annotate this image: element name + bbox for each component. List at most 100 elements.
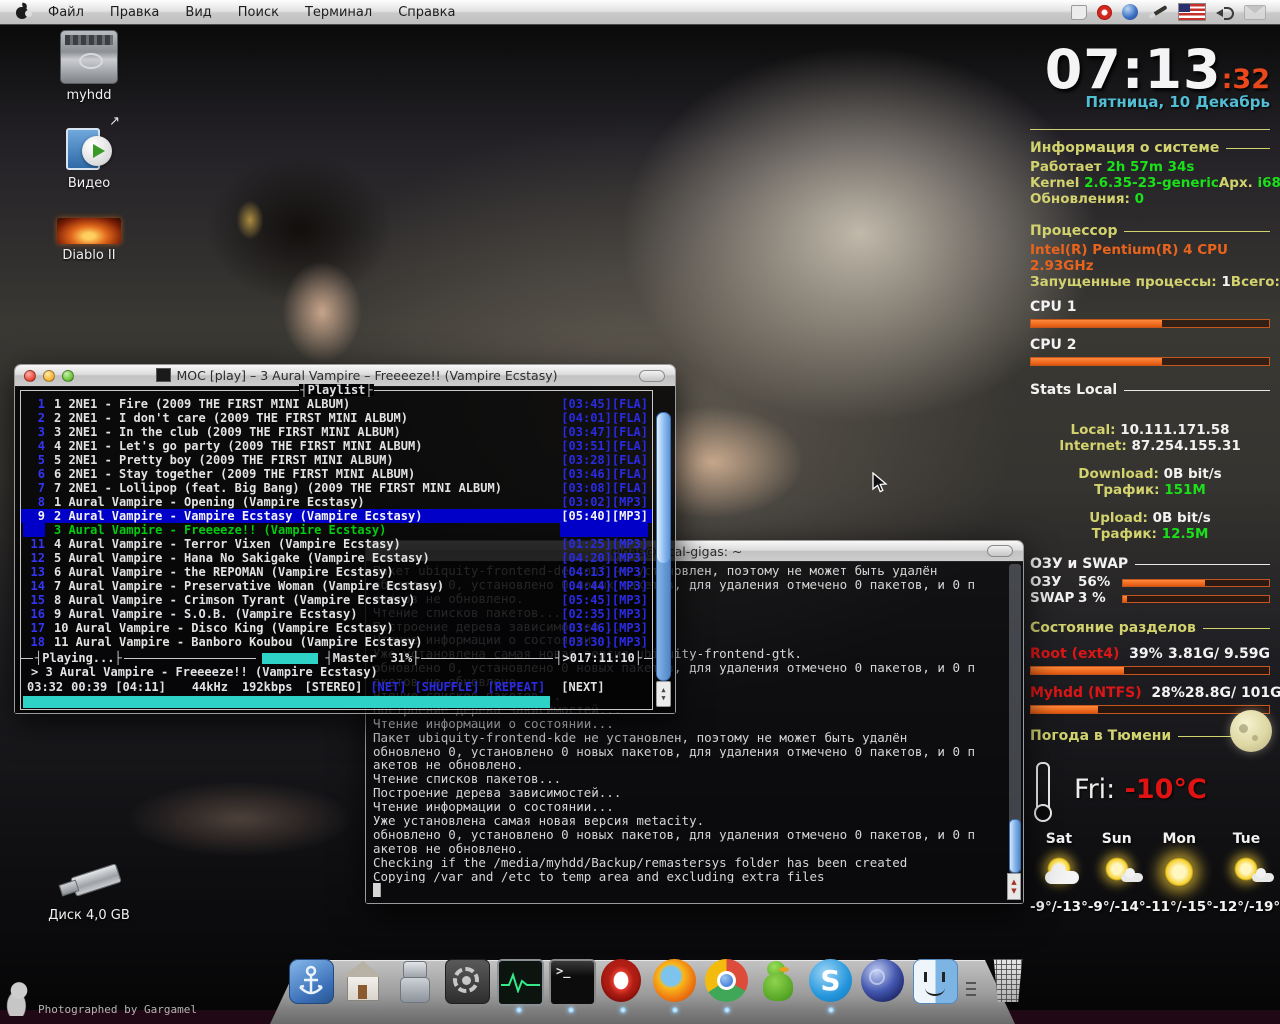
next-flag[interactable]: [NEXT] xyxy=(561,680,604,695)
dock-item-green-duck[interactable] xyxy=(754,956,803,1012)
globe-icon[interactable] xyxy=(1122,4,1138,20)
dock-item-opera[interactable] xyxy=(598,956,647,1012)
volume-icon[interactable] xyxy=(1216,5,1234,19)
track-title: 2 2NE1 - I don't care (2009 THE FIRST MI… xyxy=(54,411,408,425)
playlist-track-row[interactable]: 17 10 Aural Vampire - Disco King (Vampir… xyxy=(21,621,652,635)
track-number: 4 xyxy=(23,439,45,453)
download-traffic: Трафик: 151M xyxy=(1030,482,1270,498)
dock-separator-grip[interactable] xyxy=(962,956,980,1012)
moc-scroll-arrows[interactable] xyxy=(656,681,671,707)
playlist-track-row[interactable]: 15 8 Aural Vampire - Crimson Tyrant (Vam… xyxy=(21,593,652,607)
dock-item-settings-gear[interactable] xyxy=(442,956,491,1012)
track-duration: [01:25][MP3] xyxy=(561,537,648,551)
track-progress-bar[interactable] xyxy=(23,696,650,708)
menu-item[interactable]: Поиск xyxy=(238,5,279,20)
dock-item-docky-anchor[interactable] xyxy=(286,956,335,1012)
dock-item-system-monitor[interactable] xyxy=(494,956,543,1012)
desktop-icon-video[interactable]: ↗ Видео xyxy=(34,122,144,191)
apple-menu-icon[interactable] xyxy=(14,4,30,20)
brush-icon[interactable] xyxy=(1148,5,1167,19)
playlist-total-time: >017:11:10 xyxy=(553,651,644,665)
dock-item-firefox[interactable] xyxy=(650,956,699,1012)
playlist-track-row[interactable]: 11 4 Aural Vampire - Terror Vixen (Vampi… xyxy=(21,537,652,551)
notes-icon[interactable] xyxy=(1071,5,1087,20)
us-flag-icon[interactable] xyxy=(1178,3,1206,21)
today-label: Fri: xyxy=(1074,774,1115,805)
internet-ip: Internet: 87.254.155.31 xyxy=(1030,438,1270,454)
weather-forecast: Sat -9°/-13° Sun -9°/-14° Mon -11°/-15° xyxy=(1030,831,1270,915)
dock-item-chromium[interactable] xyxy=(702,956,751,1012)
terminal-app-icon xyxy=(156,368,171,382)
track-number: 18 xyxy=(23,635,45,649)
repeat-flag[interactable]: [REPEAT] xyxy=(487,680,545,695)
menu-item[interactable]: Файл xyxy=(48,5,84,20)
playlist-track-row[interactable]: 14 7 Aural Vampire - Preservative Woman … xyxy=(21,579,652,593)
memory-value: 56% xyxy=(1078,575,1122,590)
menu-item[interactable]: Справка xyxy=(398,5,455,20)
dock-item-robot-app[interactable] xyxy=(390,956,439,1012)
menu-item[interactable]: Терминал xyxy=(305,5,372,20)
forecast-day-name: Tue xyxy=(1213,831,1280,847)
close-button[interactable] xyxy=(24,370,36,382)
playlist-track-row[interactable]: 13 6 Aural Vampire - the REPOMAN (Vampir… xyxy=(21,565,652,579)
playlist-track-row[interactable]: 8 1 Aural Vampire - Opening (Vampire Ecs… xyxy=(21,495,652,509)
dock-item-home[interactable] xyxy=(338,956,387,1012)
menu-item[interactable]: Вид xyxy=(185,5,211,20)
terminal-minimize-capsule-button[interactable] xyxy=(987,545,1013,557)
playlist-track-row[interactable]: 1 1 2NE1 - Fire (2009 THE FIRST MINI ALB… xyxy=(21,397,652,411)
system-info-header: Информация о системе xyxy=(1030,140,1270,156)
desktop-icon-diablo2[interactable]: Diablo II xyxy=(34,218,144,263)
minimize-button[interactable] xyxy=(43,370,55,382)
dock-item-skype[interactable] xyxy=(806,956,855,1012)
dock-item-web-orb[interactable] xyxy=(858,956,907,1012)
moc-player-window: MOC [play] – 3 Aural Vampire – Freeeeze!… xyxy=(14,364,676,714)
terminal-scrollbar-thumb[interactable] xyxy=(1009,819,1021,873)
zoom-button[interactable] xyxy=(62,370,74,382)
dock-item-trash[interactable] xyxy=(983,956,1032,1012)
opera-tray-icon[interactable] xyxy=(1097,5,1112,20)
shuffle-flag[interactable]: [SHUFFLE] xyxy=(414,680,479,695)
terminal-scroll-arrows[interactable] xyxy=(1007,873,1021,900)
desktop-icon-usb-disk[interactable]: Диск 4,0 GB xyxy=(34,862,144,923)
mouse-cursor xyxy=(872,472,892,494)
anchor-glyph xyxy=(297,965,325,999)
playlist-track-row[interactable]: 12 5 Aural Vampire - Hana No Sakigake (V… xyxy=(21,551,652,565)
menu-item[interactable]: Правка xyxy=(110,5,159,20)
moc-scrollbar-thumb[interactable] xyxy=(657,413,670,563)
usb-stick-icon xyxy=(56,862,122,904)
partitions-header: Состояние разделов xyxy=(1030,620,1270,636)
download-speed: Download: 0B bit/s xyxy=(1030,466,1270,482)
terminal-scrollbar[interactable] xyxy=(1009,564,1021,873)
desktop-icon-myhdd[interactable]: myhdd xyxy=(34,30,144,103)
dock-item-terminal[interactable] xyxy=(546,956,595,1012)
moon-icon xyxy=(1230,710,1272,752)
track-title: 4 Aural Vampire - Terror Vixen (Vampire … xyxy=(54,537,401,551)
playlist-track-row[interactable]: 10 3 Aural Vampire - Freeeeze!! (Vampire… xyxy=(21,523,652,537)
playlist-track-row[interactable]: 16 9 Aural Vampire - S.O.B. (Vampire Ecs… xyxy=(21,607,652,621)
mail-icon[interactable] xyxy=(1244,5,1266,20)
playlist-track-row[interactable]: 6 6 2NE1 - Stay together (2009 THE FIRST… xyxy=(21,467,652,481)
moc-minimize-capsule-button[interactable] xyxy=(639,370,665,382)
playlist-track-row[interactable]: 2 2 2NE1 - I don't care (2009 THE FIRST … xyxy=(21,411,652,425)
playlist-panel-title: Playlist xyxy=(299,384,373,396)
moc-scrollbar[interactable] xyxy=(656,412,671,681)
track-number: 7 xyxy=(23,481,45,495)
track-number: 11 xyxy=(23,537,45,551)
forecast-temperatures: -9°/-13° xyxy=(1030,899,1088,915)
track-duration: [03:08][FLA] xyxy=(561,481,648,495)
playlist-track-row[interactable]: 3 3 2NE1 - In the club (2009 THE FIRST M… xyxy=(21,425,652,439)
net-flag[interactable]: [NET] xyxy=(370,680,406,695)
playlist-track-row[interactable]: 7 7 2NE1 - Lollipop (feat. Big Bang) (20… xyxy=(21,481,652,495)
partition-size: 28.8G/ 101G xyxy=(1185,685,1280,701)
forecast-day: Tue -12°/-19° xyxy=(1213,831,1280,915)
desktop-icon-label: Diablo II xyxy=(34,248,144,263)
volume-bar[interactable] xyxy=(262,653,318,664)
track-title: 7 2NE1 - Lollipop (feat. Big Bang) (2009… xyxy=(54,481,502,495)
terminal-line: Построение дерева зависимостей... xyxy=(373,786,1007,800)
playlist-track-row[interactable]: 5 5 2NE1 - Pretty boy (2009 THE FIRST MI… xyxy=(21,453,652,467)
weather-condition-icon xyxy=(1088,853,1146,899)
dock-item-finder[interactable] xyxy=(910,956,959,1012)
playlist-track-row[interactable]: 18 11 Aural Vampire - Banboro Koubou (Va… xyxy=(21,635,652,649)
playlist-track-row[interactable]: 4 4 2NE1 - Let's go party (2009 THE FIRS… xyxy=(21,439,652,453)
playlist-track-row[interactable]: 9 2 Aural Vampire - Vampire Ecstasy (Vam… xyxy=(21,509,652,523)
